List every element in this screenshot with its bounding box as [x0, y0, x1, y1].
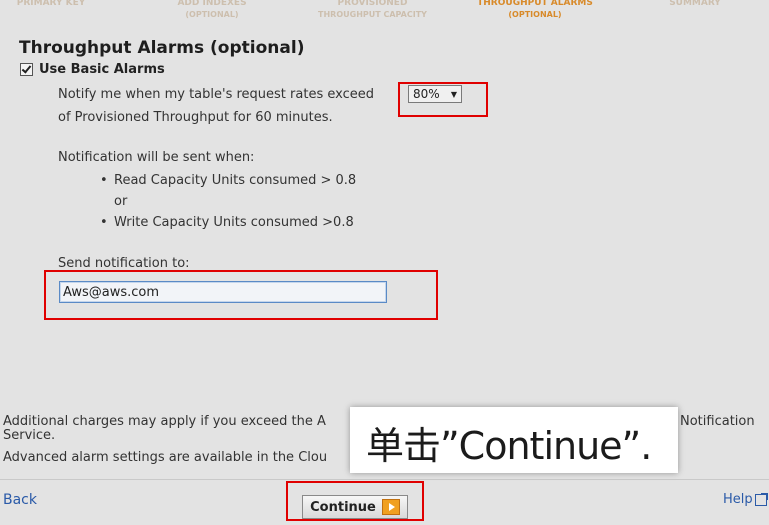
advanced-settings-notice: Advanced alarm settings are available in… — [3, 450, 328, 465]
use-basic-alarms-checkbox[interactable] — [20, 63, 33, 76]
step-provisioned-capacity: PROVISIONED THROUGHPUT CAPACITY — [305, 0, 440, 20]
step-summary: SUMMARY — [655, 0, 735, 9]
condition-list: Read Capacity Units consumed > 0.8 or Wr… — [98, 170, 356, 233]
notify-text: Notify me when my table's request rates … — [58, 87, 374, 102]
step-sub: (optional) — [185, 10, 239, 19]
step-sub: THROUGHPUT CAPACITY — [318, 10, 427, 19]
notification-heading: Notification will be sent when: — [58, 150, 255, 165]
footer-divider — [0, 479, 769, 480]
or-text: or — [114, 194, 128, 209]
back-link[interactable]: Back — [3, 492, 37, 508]
highlight-continue — [286, 481, 424, 521]
caption-text: 单击”Continue”. — [366, 424, 652, 468]
step-add-indexes: ADD INDEXES (optional) — [168, 0, 256, 20]
use-basic-alarms-checkbox-row[interactable]: Use Basic Alarms — [20, 62, 165, 77]
notify-duration-text: of Provisioned Throughput for 60 minutes… — [58, 110, 333, 125]
help-label[interactable]: Help — [723, 492, 753, 507]
highlight-threshold — [398, 82, 488, 117]
tutorial-caption: 单击”Continue”. — [350, 407, 678, 473]
step-label: PRIMARY KEY — [16, 0, 86, 8]
highlight-email — [44, 270, 438, 320]
use-basic-alarms-label[interactable]: Use Basic Alarms — [39, 62, 165, 77]
send-to-label: Send notification to: — [58, 256, 190, 271]
charges-notice-end: Notification — [680, 414, 755, 429]
read-condition: Read Capacity Units consumed > 0.8 — [98, 170, 356, 191]
step-label: PROVISIONED — [337, 0, 408, 8]
external-link-icon — [754, 492, 768, 506]
step-throughput-alarms: THROUGHPUT ALARMS (optional) — [470, 0, 600, 20]
step-label: SUMMARY — [669, 0, 721, 8]
step-sub: (optional) — [508, 10, 562, 19]
step-label: ADD INDEXES — [177, 0, 247, 8]
charges-notice-service: Service. — [3, 428, 56, 443]
step-primary-key: PRIMARY KEY — [16, 0, 86, 9]
wizard-stepbar: PRIMARY KEY ADD INDEXES (optional) PROVI… — [0, 0, 769, 24]
page-title: Throughput Alarms (optional) — [19, 38, 305, 58]
charges-notice-start: Additional charges may apply if you exce… — [3, 414, 326, 429]
write-condition: Write Capacity Units consumed >0.8 — [98, 212, 356, 233]
help-link[interactable]: Help — [723, 492, 768, 507]
step-label: THROUGHPUT ALARMS — [477, 0, 593, 8]
